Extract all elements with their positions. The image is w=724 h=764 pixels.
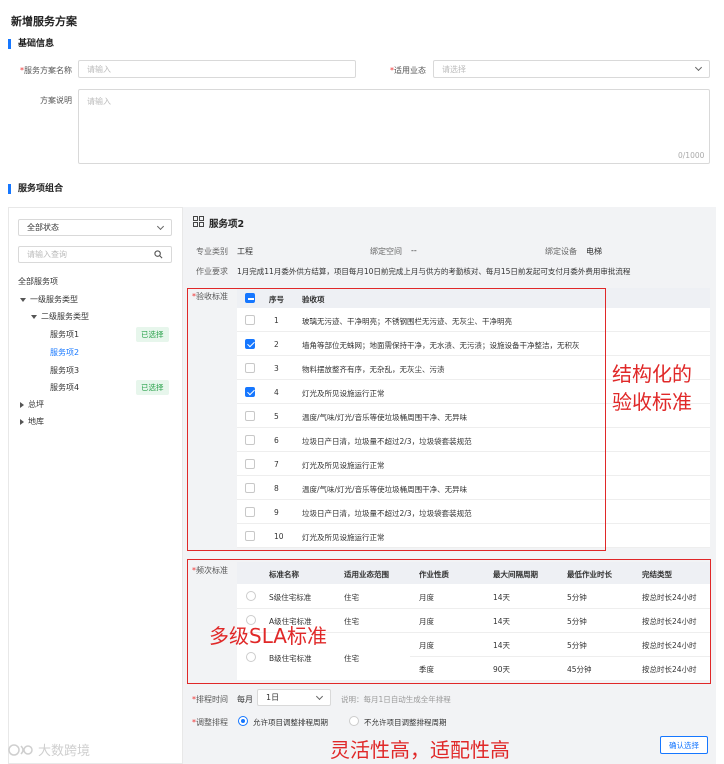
watermark: 大数跨境 (8, 740, 90, 759)
adjust-allow-label[interactable]: 允许项目调整排程周期 (253, 717, 328, 728)
biz-label: *适用业态 (390, 66, 426, 75)
detail-title: 服务项2 (209, 219, 245, 230)
chevron-down-icon (694, 63, 703, 72)
section-title-combo: 服务项组合 (8, 184, 63, 194)
chevron-down-icon (156, 222, 165, 230)
caret-right-icon (20, 418, 24, 425)
desc-label: 方案说明 (40, 96, 72, 105)
service-tree-panel (8, 207, 183, 764)
sched-note: 说明：每月1日自动生成全年排程 (341, 695, 451, 704)
tree-item-4[interactable]: 服务项4 (50, 382, 79, 393)
biz-select[interactable]: 请选择 (433, 60, 710, 78)
req-label: 作业要求 (196, 267, 228, 276)
annotation-box-acceptance (187, 288, 606, 551)
major-label: 专业类别 (196, 247, 228, 256)
tree-root[interactable]: 全部服务项 (18, 276, 58, 287)
tree-item-2[interactable]: 服务项2 (50, 347, 79, 358)
sched-day-select[interactable]: 1日 (257, 689, 331, 706)
chevron-down-icon (315, 692, 324, 700)
selected-tag: 已选择 (136, 327, 169, 342)
search-icon (154, 250, 163, 259)
adjust-label: *调整排程 (192, 718, 228, 727)
confirm-button[interactable]: 确认选择 (660, 736, 708, 754)
grid-icon (193, 216, 204, 227)
caret-down-icon (20, 297, 26, 302)
adjust-deny-radio[interactable] (349, 716, 359, 726)
adjust-deny-label[interactable]: 不允许项目调整排程周期 (364, 717, 447, 728)
req-value: 1月完成11月委外供方结算，项目每月10日前完成上月与供方的考勤核对、每月15日… (237, 267, 631, 276)
sched-prefix: 每月 (237, 695, 253, 704)
desc-textarea[interactable]: 请输入 (78, 89, 710, 164)
status-select[interactable]: 全部状态 (18, 219, 172, 236)
sched-label: *排程时间 (192, 695, 228, 704)
space-value: -- (411, 246, 417, 255)
annotation-sla: 多级SLA标准 (209, 624, 327, 648)
tree-level2[interactable]: 二级服务类型 (31, 311, 89, 322)
space-label: 绑定空间 (370, 247, 402, 256)
tree-level1[interactable]: 一级服务类型 (20, 294, 78, 305)
tree-search-input[interactable]: 请输入查询 (18, 246, 172, 263)
device-label: 绑定设备 (545, 247, 577, 256)
tree-item-3[interactable]: 服务项3 (50, 365, 79, 376)
section-title-basic: 基础信息 (8, 39, 54, 49)
caret-right-icon (20, 401, 24, 408)
selected-tag: 已选择 (136, 380, 169, 395)
desc-counter: 0/1000 (678, 151, 705, 160)
annotation-flexibility: 灵活性高，适配性高 (330, 738, 510, 762)
tree-other-2[interactable]: 地库 (20, 416, 44, 427)
major-value: 工程 (237, 247, 253, 256)
device-value: 电梯 (586, 247, 602, 256)
caret-down-icon (31, 314, 37, 319)
name-label: *服务方案名称 (20, 66, 72, 75)
page-title: 新增服务方案 (11, 15, 77, 28)
watermark-logo-icon (8, 743, 33, 756)
annotation-acceptance-line1: 结构化的 (612, 362, 692, 386)
adjust-allow-radio[interactable] (238, 716, 248, 726)
annotation-acceptance-line2: 验收标准 (612, 390, 692, 414)
plan-name-input[interactable]: 请输入 (78, 60, 356, 78)
tree-other-1[interactable]: 总坪 (20, 399, 44, 410)
tree-item-1[interactable]: 服务项1 (50, 329, 79, 340)
